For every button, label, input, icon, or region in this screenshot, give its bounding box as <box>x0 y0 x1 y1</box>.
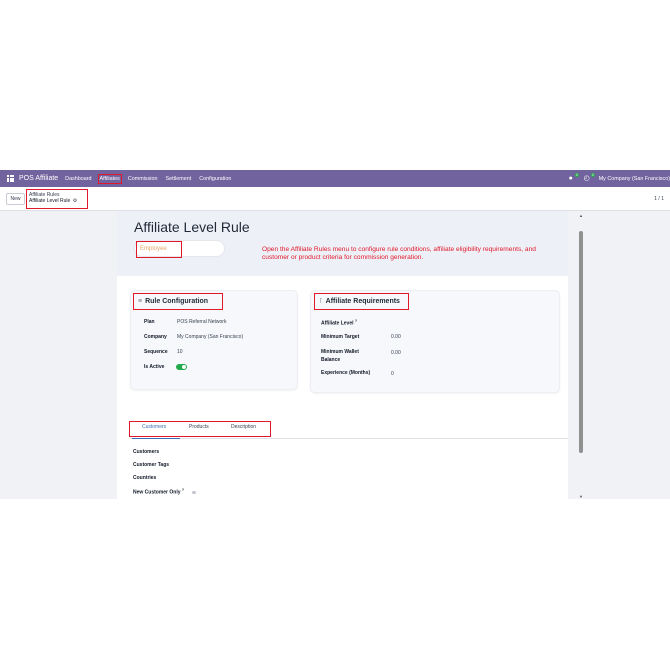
navbar-systray: ● 4 ◴ 4 My Company (San Francisco) <box>567 170 670 187</box>
top-navbar: POS Affiliate Dashboard Affiliates Commi… <box>0 170 670 187</box>
menu-configuration[interactable]: Configuration <box>198 175 232 183</box>
notebook-tabs: Customers Products Description <box>129 421 568 440</box>
minimum-wallet-value[interactable]: 0.00 <box>391 350 401 356</box>
control-panel: New Affiliate Rules Affiliate Level Rule… <box>0 187 670 211</box>
menu-dashboard[interactable]: Dashboard <box>64 175 92 183</box>
affiliate-requirements-label: Affiliate Requirements <box>325 298 400 305</box>
app-screen: POS Affiliate Dashboard Affiliates Commi… <box>0 170 670 499</box>
experience-value[interactable]: 0 <box>391 371 394 377</box>
affiliate-level-help[interactable]: ? <box>355 319 357 323</box>
breadcrumb-current: Affiliate Level Rule <box>29 197 71 204</box>
app-name[interactable]: POS Affiliate <box>19 175 58 182</box>
menu-settlement[interactable]: Settlement <box>164 175 192 183</box>
customers-field-label: Customers <box>133 449 160 455</box>
affiliate-requirements-card: ⊺ Affiliate Requirements Affiliate Level … <box>310 290 560 393</box>
minimum-target-label: Minimum Target <box>321 334 360 340</box>
rule-configuration-title: ≡ Rule Configuration <box>133 293 223 310</box>
scroll-down-icon[interactable]: ▼ <box>578 494 584 499</box>
scroll-up-icon[interactable]: ▲ <box>578 213 584 218</box>
new-customer-only-checkbox[interactable] <box>192 490 196 495</box>
company-value[interactable]: My Company (San Francisco) <box>177 334 243 340</box>
minimum-target-value[interactable]: 0.00 <box>391 334 401 340</box>
affiliate-level-label: Affiliate Level ? <box>321 318 357 327</box>
apps-menu-icon[interactable] <box>7 175 14 182</box>
rule-configuration-card: ≡ Rule Configuration Plan POS Referral Ne… <box>130 290 298 390</box>
breadcrumb: Affiliate Rules Affiliate Level Rule ⚙ <box>26 189 88 209</box>
countries-field-label: Countries <box>133 475 157 481</box>
new-customer-only-label: New Customer Only <box>133 489 181 496</box>
affiliate-requirements-title: ⊺ Affiliate Requirements <box>314 293 409 310</box>
rule-configuration-label: Rule Configuration <box>145 298 209 305</box>
chat-icon[interactable]: ● 4 <box>567 172 579 183</box>
new-button[interactable]: New <box>6 193 25 205</box>
new-customer-only-field: New Customer Only ? <box>133 488 196 496</box>
is-active-toggle[interactable] <box>176 364 187 370</box>
sequence-value[interactable]: 10 <box>177 349 183 355</box>
filter-icon: ⊺ <box>319 298 323 305</box>
company-label: Company <box>144 334 167 340</box>
minimum-wallet-label-line2: Balance <box>321 357 341 363</box>
plan-value[interactable]: POS Referral Network <box>177 319 226 325</box>
sliders-icon: ≡ <box>138 298 143 305</box>
activity-clock-icon[interactable]: ◴ 4 <box>583 172 595 183</box>
tag-field[interactable]: Employee <box>134 240 225 258</box>
record-title[interactable]: Affiliate Level Rule <box>134 219 250 235</box>
form-sheet: Affiliate Level Rule Employee Open the A… <box>117 211 568 499</box>
chat-badge: 4 <box>574 172 579 177</box>
experience-label: Experience (Months) <box>321 370 371 376</box>
minimum-wallet-label-line1: Minimum Wallet <box>321 349 359 355</box>
plan-label: Plan <box>144 319 155 325</box>
menu-commission[interactable]: Commission <box>127 175 159 183</box>
pager-value[interactable]: 1 / 1 <box>654 196 664 202</box>
company-switcher[interactable]: My Company (San Francisco) <box>599 176 670 182</box>
is-active-label: Is Active <box>144 364 165 370</box>
scrollbar[interactable]: ▲ ▼ <box>578 213 584 499</box>
new-customer-only-help[interactable]: ? <box>182 488 184 492</box>
scrollbar-thumb[interactable] <box>579 231 583 453</box>
tab-description[interactable]: Description <box>231 424 256 431</box>
activity-badge: 4 <box>590 172 595 177</box>
active-tab-underline <box>132 438 180 440</box>
customer-tags-field-label: Customer Tags <box>133 462 170 468</box>
tag-employee[interactable]: Employee <box>136 241 182 258</box>
sequence-label: Sequence <box>144 349 168 355</box>
affiliate-level-text: Affiliate Level <box>321 320 354 327</box>
menu-affiliates[interactable]: Affiliates <box>97 173 122 184</box>
form-header: Affiliate Level Rule Employee Open the A… <box>117 211 568 276</box>
breadcrumb-current-row: Affiliate Level Rule ⚙ <box>29 198 85 204</box>
tab-customers[interactable]: Customers <box>142 424 166 431</box>
gear-icon[interactable]: ⚙ <box>73 198 77 204</box>
tab-products[interactable]: Products <box>189 424 209 431</box>
instruction-note: Open the Affiliate Rules menu to configu… <box>262 246 536 261</box>
